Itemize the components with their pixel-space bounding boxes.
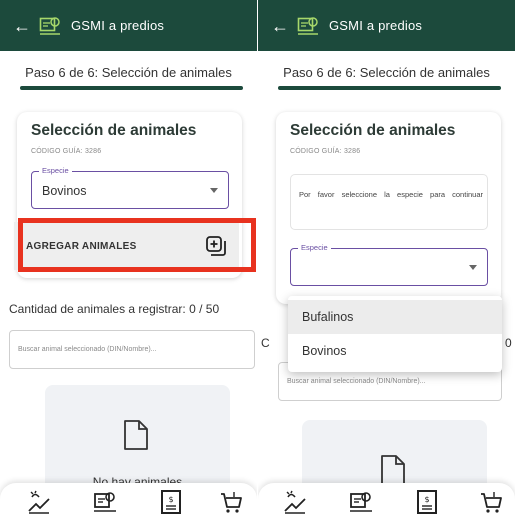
- info-message: Por favor seleccione la especie para con…: [290, 174, 488, 230]
- selection-card: Selección de animales CÓDIGO GUÍA: 3286 …: [276, 112, 501, 304]
- livestock-icon[interactable]: [26, 489, 52, 515]
- cart-icon[interactable]: [478, 489, 504, 515]
- svg-text:$: $: [424, 495, 429, 504]
- chevron-down-icon: [210, 188, 218, 193]
- document-icon: [381, 455, 405, 485]
- animal-count-partial: C: [261, 336, 270, 350]
- species-select-label: Especie: [39, 166, 72, 175]
- document-icon: [124, 420, 148, 450]
- search-placeholder: Buscar animal seleccionado (DIN/Nombre).…: [18, 346, 157, 353]
- dropdown-option-bufalinos[interactable]: Bufalinos: [288, 300, 502, 334]
- species-dropdown-menu: Bufalinos Bovinos: [288, 296, 502, 372]
- cart-icon[interactable]: [218, 489, 244, 515]
- animal-count-partial-end: 0: [505, 336, 512, 350]
- step-progress-bar: [278, 86, 501, 90]
- guide-document-icon[interactable]: $: [414, 489, 440, 515]
- livestock-icon[interactable]: [282, 489, 308, 515]
- app-bar: ← GSMI a predios: [0, 0, 257, 51]
- property-badge-icon[interactable]: [92, 489, 118, 515]
- property-badge-icon: [297, 16, 318, 35]
- app-bar: ← GSMI a predios: [258, 0, 515, 51]
- search-input[interactable]: Buscar animal seleccionado (DIN/Nombre).…: [9, 330, 255, 369]
- step-progress-bar: [20, 86, 243, 90]
- guide-document-icon[interactable]: $: [158, 489, 184, 515]
- info-message-text: Por favor seleccione la especie para con…: [299, 190, 483, 199]
- card-title: Selección de animales: [290, 122, 456, 139]
- back-arrow-icon[interactable]: ←: [271, 17, 289, 35]
- chevron-down-icon: [469, 265, 477, 270]
- empty-state: No hay animales: [45, 385, 230, 495]
- bottom-navigation: $: [258, 483, 515, 521]
- species-select[interactable]: Especie: [290, 243, 488, 286]
- highlight-frame: [18, 218, 256, 272]
- property-badge-icon: [39, 16, 60, 35]
- species-select-label: Especie: [298, 243, 331, 252]
- app-title: GSMI a predios: [329, 18, 423, 33]
- bottom-navigation: $: [0, 483, 257, 521]
- property-badge-icon[interactable]: [348, 489, 374, 515]
- guide-code: CÓDIGO GUÍA: 3286: [31, 148, 102, 155]
- search-placeholder: Buscar animal seleccionado (DIN/Nombre).…: [287, 378, 426, 385]
- svg-text:$: $: [168, 495, 173, 504]
- screen-species-dropdown-open: ← GSMI a predios Paso 6 de 6: Selección …: [258, 0, 515, 521]
- app-title: GSMI a predios: [71, 18, 165, 33]
- guide-code: CÓDIGO GUÍA: 3286: [290, 148, 361, 155]
- screen-species-selected: ← GSMI a predios Paso 6 de 6: Selección …: [0, 0, 257, 521]
- species-select[interactable]: Especie Bovinos: [31, 166, 229, 209]
- dropdown-option-bovinos[interactable]: Bovinos: [288, 334, 502, 368]
- species-select-value: Bovinos: [42, 184, 87, 198]
- back-arrow-icon[interactable]: ←: [13, 17, 31, 35]
- animal-count: Cantidad de animales a registrar: 0 / 50: [9, 302, 220, 316]
- card-title: Selección de animales: [31, 122, 197, 139]
